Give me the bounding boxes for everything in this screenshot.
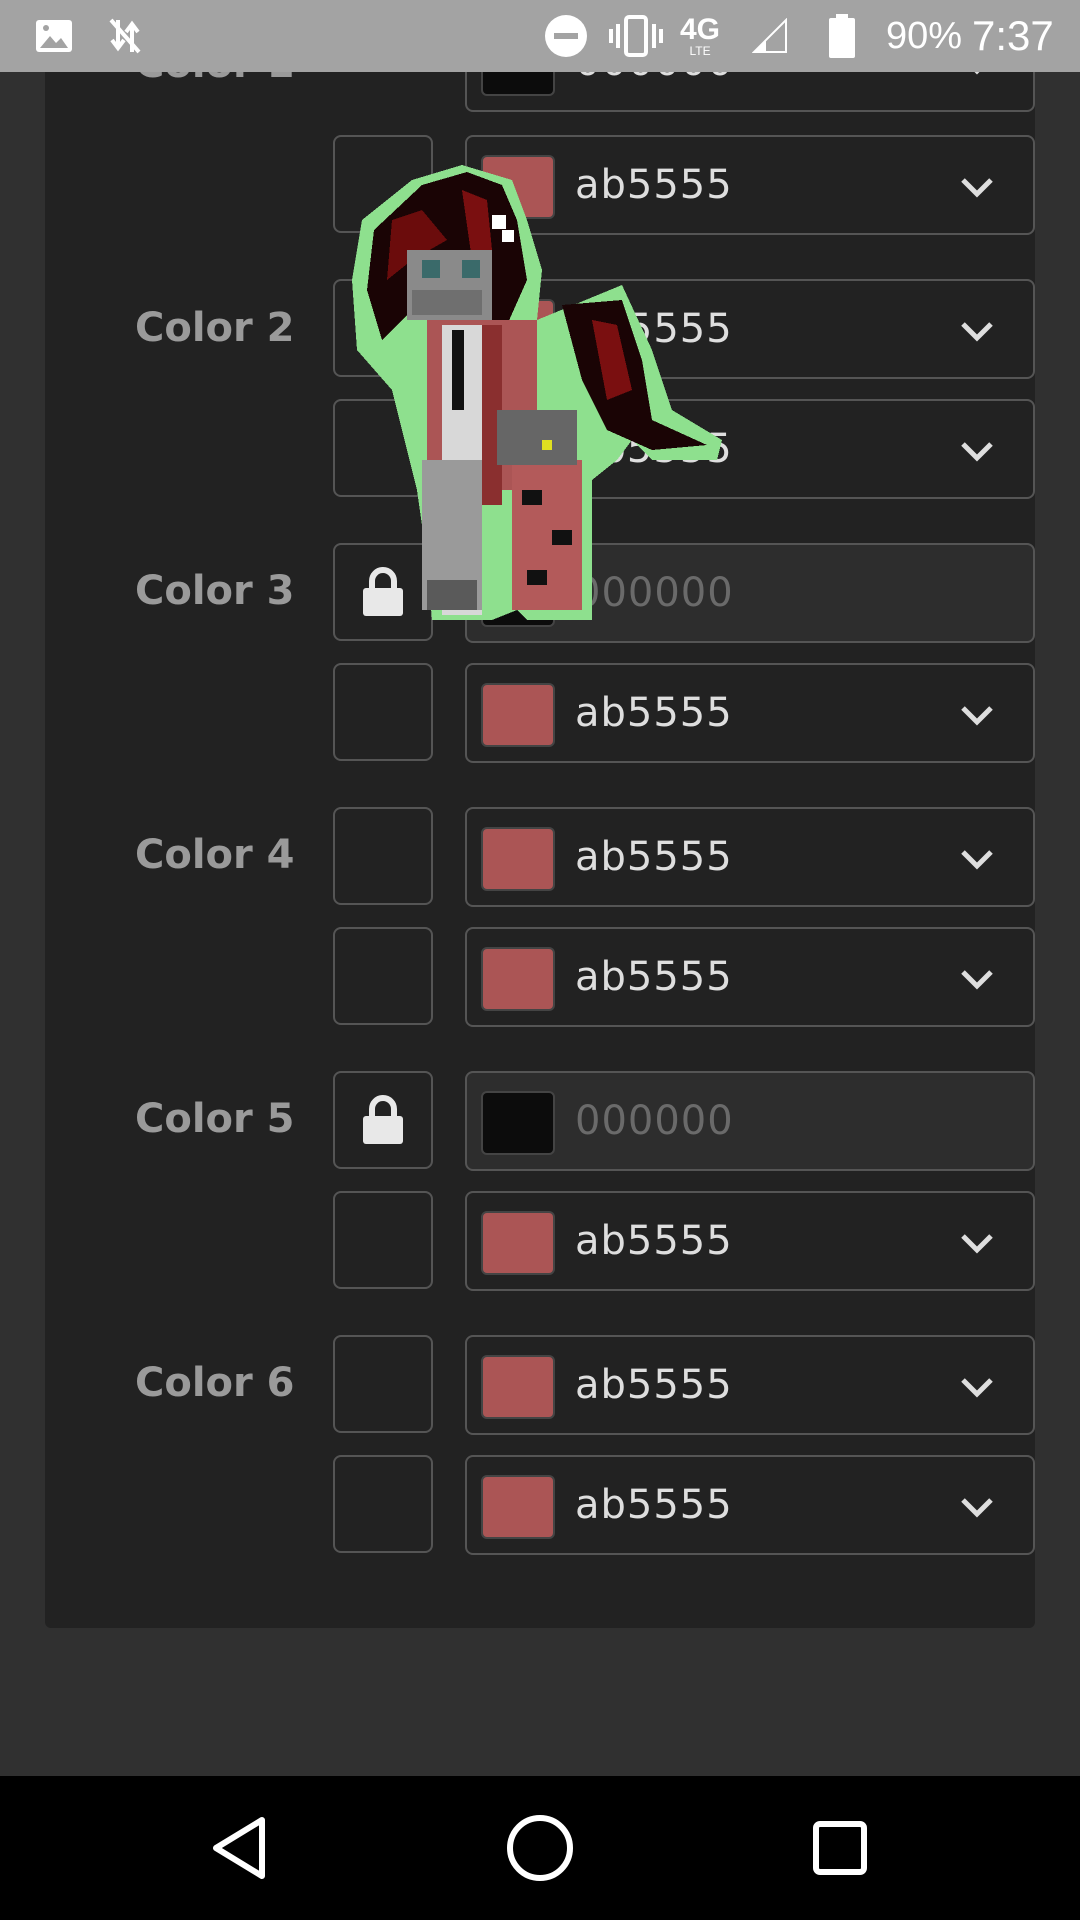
row-label-color-3: Color 3 (135, 568, 295, 614)
lock-toggle-5b[interactable] (333, 1191, 433, 1289)
row-label-color-5: Color 5 (135, 1096, 295, 1142)
color-swatch (481, 1355, 555, 1419)
hex-value: ab5555 (575, 690, 733, 736)
color-select-5a-locked[interactable]: 000000 (465, 1071, 1035, 1171)
network-type-label: 4G (680, 13, 721, 46)
color-swatch (481, 1475, 555, 1539)
color-select-6b[interactable]: ab5555 (465, 1455, 1035, 1555)
hex-value: ab5555 (575, 1362, 733, 1408)
hex-value: ab5555 (575, 834, 733, 880)
recents-square-icon[interactable] (800, 1808, 880, 1888)
lock-toggle-4b[interactable] (333, 927, 433, 1025)
network-type-indicator: 4G LTE (680, 0, 720, 72)
row-label-color-4: Color 4 (135, 832, 295, 878)
lock-icon (363, 1095, 403, 1144)
chevron-down-icon (961, 970, 993, 990)
lock-toggle-6b[interactable] (333, 1455, 433, 1553)
clock-time: 7:37 (972, 12, 1054, 59)
chevron-down-icon (961, 1498, 993, 1518)
battery-icon (828, 0, 856, 72)
back-triangle-icon[interactable] (202, 1808, 282, 1888)
status-bar: 4G LTE 90% 7:37 (0, 0, 1080, 72)
lock-toggle-6a[interactable] (333, 1335, 433, 1433)
color-swatch (481, 947, 555, 1011)
row-label-color-2: Color 2 (135, 305, 295, 351)
chevron-down-icon (961, 850, 993, 870)
hex-value: 000000 (575, 1098, 734, 1144)
color-select-4b[interactable]: ab5555 (465, 927, 1035, 1027)
color-select-5b[interactable]: ab5555 (465, 1191, 1035, 1291)
data-sync-off-icon (108, 0, 142, 72)
hex-value: ab5555 (575, 954, 733, 1000)
lock-toggle-4a[interactable] (333, 807, 433, 905)
color-select-6a[interactable]: ab5555 (465, 1335, 1035, 1435)
cell-signal-icon (752, 0, 788, 72)
home-circle-icon[interactable] (500, 1808, 580, 1888)
network-subtype-label: LTE (689, 44, 711, 58)
color-swatch (481, 827, 555, 891)
battery-percent: 90% (886, 14, 963, 57)
chevron-down-icon (961, 322, 993, 342)
color-swatch (481, 683, 555, 747)
color-swatch (481, 1211, 555, 1275)
chevron-down-icon (961, 1234, 993, 1254)
chevron-down-icon (961, 1378, 993, 1398)
hex-value: ab5555 (575, 1218, 733, 1264)
color-select-4a[interactable]: ab5555 (465, 807, 1035, 907)
chevron-down-icon (961, 442, 993, 462)
do-not-disturb-icon (544, 0, 588, 72)
navigation-bar (0, 1776, 1080, 1920)
lock-toggle-5a[interactable] (333, 1071, 433, 1169)
vibrate-icon (608, 0, 664, 72)
color-swatch (481, 1091, 555, 1155)
lock-toggle-3b[interactable] (333, 663, 433, 761)
pony-sprite-preview[interactable] (352, 160, 772, 630)
chevron-down-icon (961, 178, 993, 198)
color-select-3b[interactable]: ab5555 (465, 663, 1035, 763)
gallery-notification-icon (34, 0, 74, 72)
chevron-down-icon (961, 706, 993, 726)
hex-value: ab5555 (575, 1482, 733, 1528)
row-label-color-6: Color 6 (135, 1360, 295, 1406)
